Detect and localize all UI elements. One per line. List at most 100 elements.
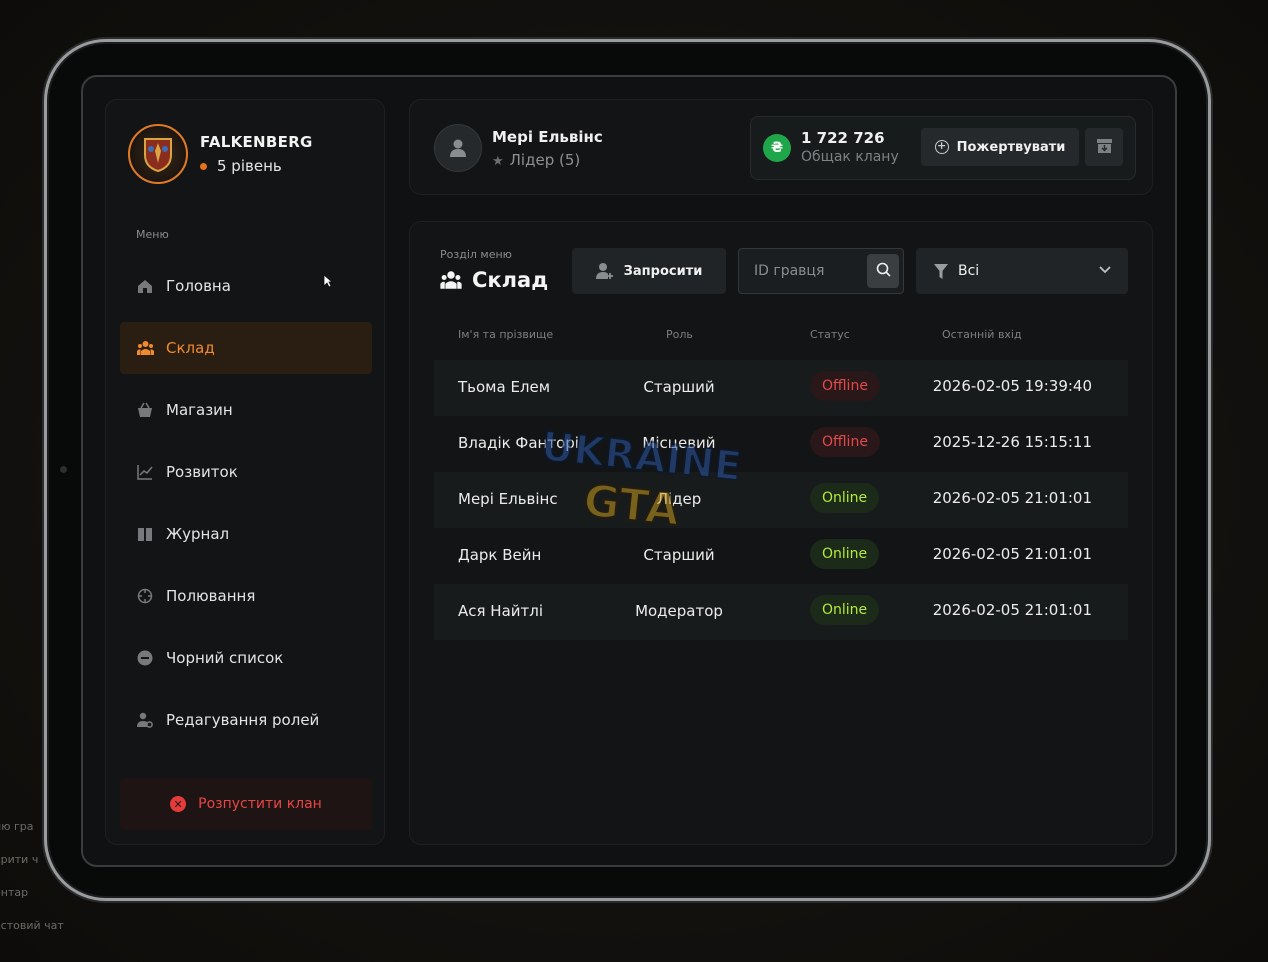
status-badge: Offline <box>810 427 880 457</box>
member-name: Тьома Елем <box>458 378 551 396</box>
sidebar: FALKENBERG 5 рівень Меню Головна Склад М… <box>105 99 385 845</box>
clan-level-text: 5 рівень <box>217 157 282 175</box>
chevron-down-icon <box>1098 262 1112 276</box>
background-hint: ентар <box>0 886 29 899</box>
member-name: Дарк Вейн <box>458 546 542 564</box>
member-role: Модератор <box>635 602 723 620</box>
column-header-status: Статус <box>810 328 850 341</box>
table-row[interactable]: Дарк Вейн Старший Online 2026-02-05 21:0… <box>434 528 1128 584</box>
sidebar-item-label: Журнал <box>166 525 230 543</box>
invite-label: Запросити <box>623 263 703 279</box>
home-icon <box>136 277 154 295</box>
status-badge: Online <box>810 595 880 625</box>
member-last-login: 2026-02-05 19:39:40 <box>932 377 1092 395</box>
sidebar-item-role-editing[interactable]: Редагування ролей <box>120 694 372 746</box>
people-icon <box>440 270 462 290</box>
clan-name: FALKENBERG <box>200 133 313 151</box>
sidebar-item-label: Розвиток <box>166 463 238 481</box>
storage-panel: Розділ меню Склад Запросити Всі <box>409 221 1153 845</box>
invite-button[interactable]: Запросити <box>572 248 726 294</box>
user-name: Мері Ельвінс <box>492 127 603 146</box>
filter-value: Всі <box>958 263 980 279</box>
disband-label: Розпустити клан <box>198 796 322 812</box>
user-profile: Мері Ельвінс ★ Лідер (5) <box>434 124 603 172</box>
clan-level: 5 рівень <box>200 157 313 175</box>
star-icon: ★ <box>492 153 504 169</box>
table-row[interactable]: Мері Ельвінс Лідер Online 2026-02-05 21:… <box>434 472 1128 528</box>
member-name: Мері Ельвінс <box>458 490 558 508</box>
column-header-role: Роль <box>666 328 693 341</box>
sidebar-item-hunting[interactable]: Полювання <box>120 570 372 622</box>
sidebar-item-home[interactable]: Головна <box>120 260 372 312</box>
sidebar-item-development[interactable]: Розвиток <box>120 446 372 498</box>
column-header-last-login: Останній вхід <box>942 328 1022 341</box>
user-role: ★ Лідер (5) <box>492 151 603 169</box>
status-badge: Online <box>810 483 880 513</box>
clan-crest-icon <box>128 124 188 184</box>
donate-button[interactable]: + Пожертвувати <box>921 128 1079 166</box>
status-filter-select[interactable]: Всі <box>916 248 1128 294</box>
disband-clan-button[interactable]: ✕ Розпустити клан <box>120 778 372 830</box>
table-header: Ім'я та прізвище Роль Статус Останній вх… <box>434 328 1128 344</box>
donate-label: Пожертвувати <box>956 139 1066 155</box>
member-name: Владік Фанторі <box>458 434 579 452</box>
user-role-text: Лідер (5) <box>509 150 581 169</box>
crosshair-icon <box>136 587 154 605</box>
treasury-label: Общак клану <box>801 149 899 165</box>
member-name: Ася Найтлі <box>458 602 544 620</box>
add-user-icon <box>595 262 614 280</box>
player-id-search <box>738 248 904 294</box>
sidebar-item-label: Склад <box>166 339 215 357</box>
tablet-frame: FALKENBERG 5 рівень Меню Головна Склад М… <box>44 39 1211 901</box>
sidebar-item-shop[interactable]: Магазин <box>120 384 372 436</box>
mouse-cursor-icon <box>323 273 334 292</box>
camera-dot <box>60 466 67 473</box>
people-icon <box>136 339 154 357</box>
user-gear-icon <box>136 711 154 729</box>
archive-button[interactable] <box>1085 128 1123 166</box>
hryvnia-coin-icon: ₴ <box>763 134 791 162</box>
member-role: Лідер <box>656 490 702 508</box>
members-table: Тьома Елем Старший Offline 2026-02-05 19… <box>434 360 1128 640</box>
sidebar-item-storage[interactable]: Склад <box>120 322 372 374</box>
minus-circle-icon <box>136 649 154 667</box>
sidebar-item-label: Чорний список <box>166 649 284 667</box>
player-id-input[interactable] <box>739 249 865 293</box>
basket-icon <box>136 401 154 419</box>
chart-icon <box>136 463 154 481</box>
page-title-text: Склад <box>472 268 549 292</box>
archive-box-icon <box>1096 138 1112 157</box>
column-header-name: Ім'я та прізвище <box>458 328 554 341</box>
sidebar-item-blacklist[interactable]: Чорний список <box>120 632 372 684</box>
section-caption: Розділ меню <box>440 248 512 261</box>
status-badge: Online <box>810 539 880 569</box>
table-row[interactable]: Владік Фанторі Місцевий Offline 2025-12-… <box>434 416 1128 472</box>
clan-treasury: ₴ 1 722 726 Общак клану + Пожертвувати <box>750 116 1136 180</box>
close-circle-icon: ✕ <box>170 796 187 812</box>
treasury-amount: 1 722 726 <box>801 129 885 147</box>
table-row[interactable]: Тьома Елем Старший Offline 2026-02-05 19… <box>434 360 1128 416</box>
sidebar-item-label: Полювання <box>166 587 256 605</box>
menu-caption: Меню <box>136 228 169 241</box>
sidebar-item-label: Редагування ролей <box>166 711 320 729</box>
member-role: Старший <box>643 378 715 396</box>
book-icon <box>136 525 154 543</box>
member-last-login: 2025-12-26 15:15:11 <box>932 433 1092 451</box>
sidebar-item-journal[interactable]: Журнал <box>120 508 372 560</box>
clan-header: FALKENBERG 5 рівень <box>128 124 313 184</box>
member-last-login: 2026-02-05 21:01:01 <box>932 545 1092 563</box>
profile-header: Мері Ельвінс ★ Лідер (5) ₴ 1 722 726 Обща… <box>409 99 1153 195</box>
member-last-login: 2026-02-05 21:01:01 <box>932 601 1092 619</box>
tablet-screen: FALKENBERG 5 рівень Меню Головна Склад М… <box>81 75 1177 867</box>
member-role: Старший <box>643 546 715 564</box>
sidebar-item-label: Магазин <box>166 401 233 419</box>
level-dot-icon <box>200 162 207 170</box>
member-role: Місцевий <box>642 434 716 452</box>
member-last-login: 2026-02-05 21:01:01 <box>932 489 1092 507</box>
plus-circle-icon: + <box>934 140 949 154</box>
background-hint: кстовий чат <box>0 919 64 932</box>
page-title: Склад <box>440 268 548 292</box>
table-row[interactable]: Ася Найтлі Модератор Online 2026-02-05 2… <box>434 584 1128 640</box>
search-button[interactable] <box>867 254 899 288</box>
status-badge: Offline <box>810 371 880 401</box>
